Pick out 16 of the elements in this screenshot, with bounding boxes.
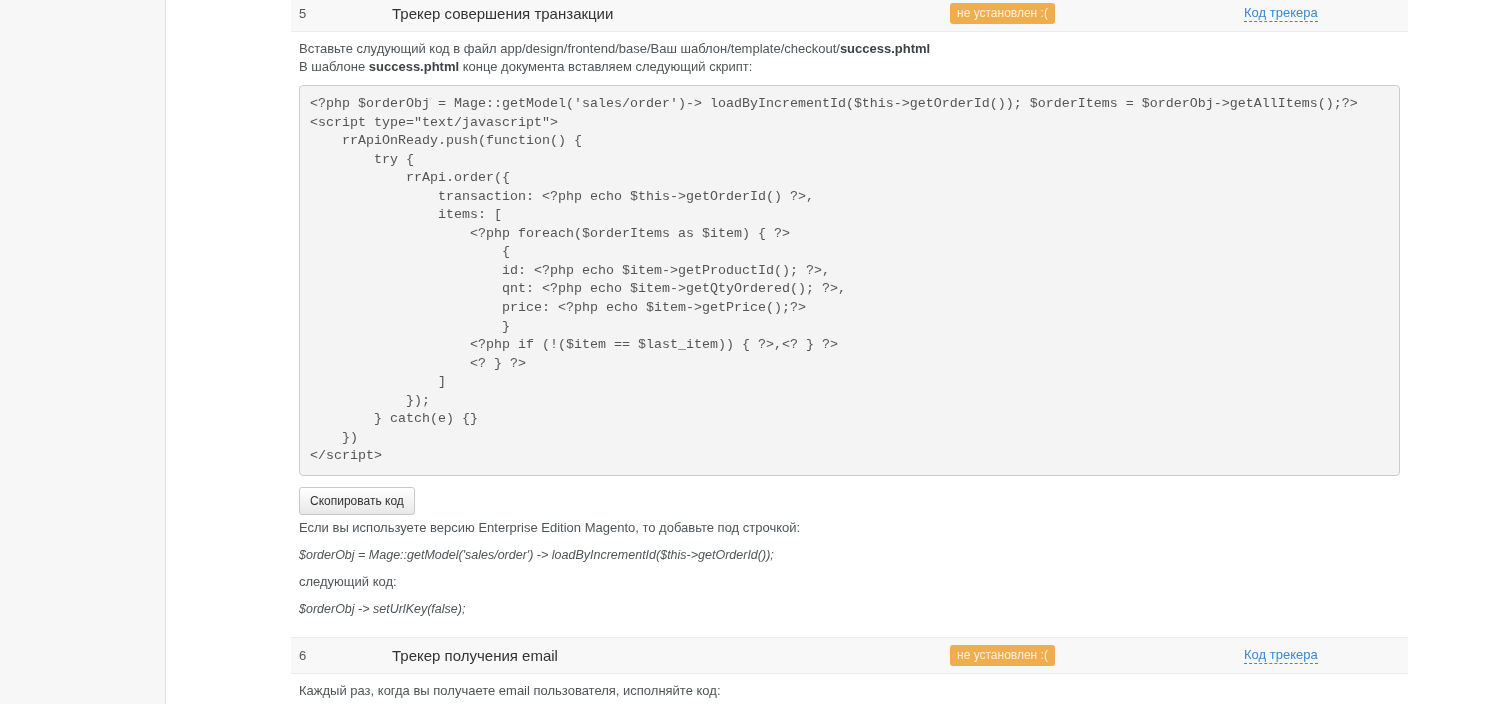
- code-snippet: $orderObj -> setUrlKey(false);: [299, 600, 467, 618]
- status-badge: не установлен :(: [950, 3, 1055, 24]
- instruction-text: Каждый раз, когда вы получаете email пользователя, исполняйте код:: [299, 681, 722, 700]
- row-number: 6: [299, 647, 307, 663]
- code-snippet: $orderObj = Mage::getModel('sales/order') -> loadByIncrementId($this->getOrderId());: [299, 546, 775, 564]
- tracker-code-link[interactable]: Код трекера: [1244, 5, 1318, 22]
- tracker-code-link[interactable]: Код трекера: [1244, 646, 1318, 664]
- tracker-title: Трекер получения email: [392, 646, 558, 664]
- row-number: 5: [299, 6, 307, 21]
- instruction-text: следующий код:: [299, 572, 398, 591]
- tracker-title: Трекер совершения транзакции: [392, 5, 614, 22]
- instruction-text: Вставьте слудующий код в файл app/design/frontend/base/Ваш шаблон/template/checkout/success.phtml В шаблоне success.phtml конце документа вставляем следующий скрипт:: [299, 40, 932, 76]
- copy-code-button[interactable]: Скопировать код: [299, 486, 415, 515]
- instruction-text: Если вы используете версию Enterprise Edition Magento, то добавьте под строчкой:: [299, 518, 802, 537]
- status-badge: не установлен :(: [950, 644, 1055, 666]
- code-block: <?php $orderObj = Mage::getModel('sales/order')-> loadByIncrementId($this->getOrderId()); $orderItems = $orderObj->getAllItems();?> <script type="text/javascript"> rrApiOnReady.push(function() { try { rrApi.order({ transaction: <?php echo $this->getOrderId() ?>, items: [ <?php foreach($orderItems as $item) { ?> { id: <?php echo $item->getProductId(); ?>, qnt: <?php echo $item->getQtyOrdered(); ?>, price: <?php echo $item->getPrice();?> } <?php if (!($item == $last_item)) { ?>,<? } ?> <? } ?> ] }); } catch(e) {} }) </script>: [299, 85, 1400, 476]
